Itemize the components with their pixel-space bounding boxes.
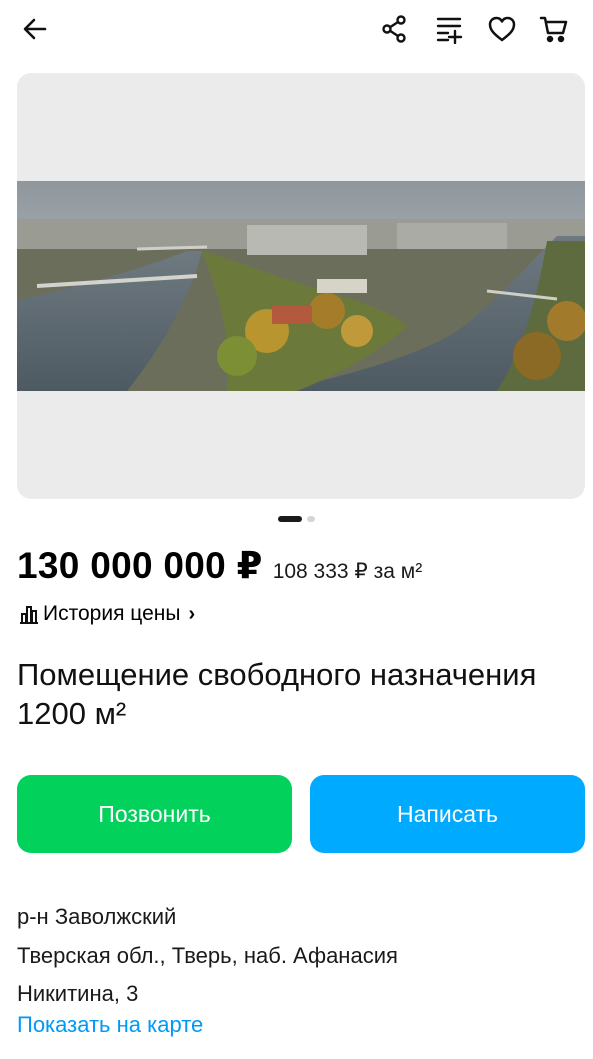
address-block: р-н Заволжский Тверская обл., Тверь, наб… xyxy=(17,898,577,1014)
heart-icon[interactable] xyxy=(481,8,523,50)
price-history-label: История цены xyxy=(43,602,181,625)
listing-title: Помещение свободного назначения 1200 м² xyxy=(17,657,537,731)
chevron-right-icon: › xyxy=(188,602,196,625)
top-bar xyxy=(0,0,593,62)
price: 130 000 000 ₽ xyxy=(17,545,263,586)
gallery-pager xyxy=(0,515,593,523)
photo-gallery[interactable] xyxy=(17,73,585,499)
chart-icon xyxy=(20,606,38,624)
city-river-photo xyxy=(17,181,585,391)
back-arrow-icon[interactable] xyxy=(14,8,56,50)
price-per-m2: 108 333 ₽ за м² xyxy=(272,560,423,583)
write-button[interactable]: Написать xyxy=(310,775,585,853)
pager-dot[interactable] xyxy=(307,516,315,522)
show-on-map-link[interactable]: Показать на карте xyxy=(17,1012,203,1038)
compare-icon[interactable] xyxy=(428,8,470,50)
address-district: р-н Заволжский xyxy=(17,904,177,929)
address-line-2: Никитина, 3 xyxy=(17,981,139,1006)
price-history-link[interactable]: История цены › xyxy=(17,600,195,628)
cart-icon[interactable] xyxy=(533,8,575,50)
pager-dot-active[interactable] xyxy=(278,516,302,522)
call-button[interactable]: Позвонить xyxy=(17,775,292,853)
share-icon[interactable] xyxy=(373,8,415,50)
address-line-1: Тверская обл., Тверь, наб. Афанасия xyxy=(17,942,398,968)
price-row: 130 000 000 ₽ 108 333 ₽ за м² xyxy=(17,544,422,594)
